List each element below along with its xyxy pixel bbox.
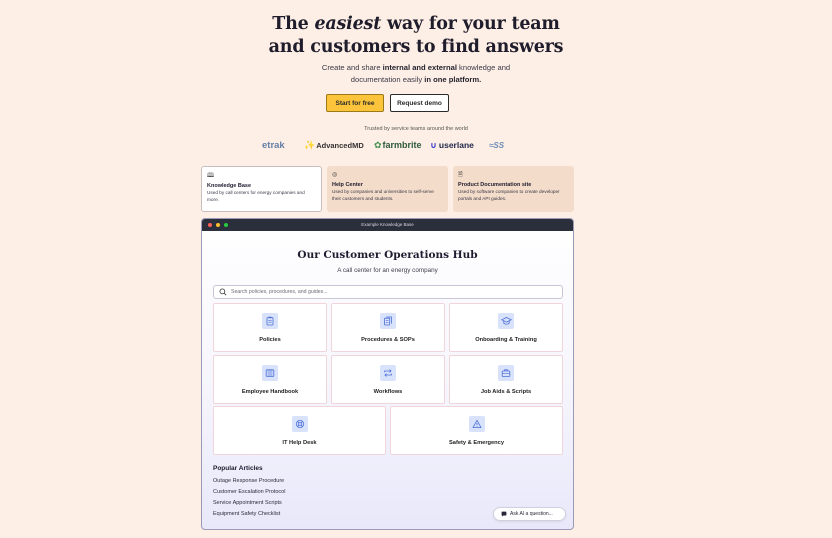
kb-search-input[interactable] [231,289,551,295]
briefcase-icon [498,365,514,381]
customer-logos: etrak ✨ Advanced MD ✿ farmbrite ∪ userlan… [262,137,514,153]
chat-bubble-icon [501,511,507,517]
kb-title: Our Customer Operations Hub [297,249,478,261]
usecase-knowledge-base[interactable]: 🕮 Knowledge Base Used by call centers fo… [201,166,322,212]
usecase-product-documentation[interactable]: 🗎 Product Documentation site Used by sof… [453,166,574,212]
popular-article-link[interactable]: Service Appointment Scripts [213,500,282,506]
category-it-help-desk[interactable]: IT Help Desk [213,406,386,455]
graduation-cap-icon [498,313,514,329]
kb-search-bar[interactable] [213,285,563,299]
document-icon: 🗎 [458,172,463,178]
category-employee-handbook[interactable]: Employee Handbook [213,355,327,404]
request-demo-button[interactable]: Request demo [390,94,449,112]
warning-icon [468,416,485,432]
lifebuoy-icon [291,416,308,432]
kb-subtitle: A call center for an energy company [337,267,438,274]
category-procedures-sops[interactable]: Procedures & SOPs [331,303,445,352]
book-icon [262,365,278,381]
leaf-icon: ✿ [374,139,382,150]
popular-article-link[interactable]: Equipment Safety Checklist [213,511,280,517]
popular-article-link[interactable]: Outage Response Procedure [213,478,284,484]
lifebuoy-icon: ◎ [332,172,338,178]
popular-articles-heading: Popular Articles [213,465,263,472]
ss-logo: ≈ SS [489,140,505,150]
window-title: Example Knowledge Base [361,222,414,227]
book-icon: 🕮 [207,173,215,179]
advancedmd-logo: ✨ Advanced MD [304,139,364,150]
start-for-free-button[interactable]: Start for free [326,94,384,112]
category-safety-emergency[interactable]: Safety & Emergency [390,406,563,455]
hero-subtitle: Create and share internal and external k… [321,63,511,84]
category-job-aids-scripts[interactable]: Job Aids & Scripts [449,355,563,404]
usecase-help-center[interactable]: ◎ Help Center Used by companies and univ… [327,166,448,212]
userlane-mark-icon: ∪ [430,139,437,150]
ask-ai-button[interactable]: Ask AI a question... [493,507,566,521]
category-onboarding-training[interactable]: Onboarding & Training [449,303,563,352]
farmbrite-logo: ✿ farmbrite [374,139,422,151]
userlane-logo: ∪ userlane [430,139,474,151]
category-workflows[interactable]: Workflows [331,355,445,404]
category-policies[interactable]: Policies [213,303,327,352]
trusted-by-text: Trusted by service teams around the worl… [364,126,468,132]
documents-icon [380,313,396,329]
advancedmd-mark-icon: ✨ [304,139,316,150]
hero-title: The easiest way for your team and custom… [268,14,564,57]
popular-article-link[interactable]: Customer Escalation Protocol [213,489,285,495]
arrows-loop-icon [380,365,396,381]
search-icon [219,288,227,296]
window-titlebar: Example Knowledge Base [202,219,573,231]
example-knowledge-base-window: Example Knowledge Base Our Customer Oper… [201,218,574,530]
fadetrak-logo: etrak [262,139,285,151]
clipboard-icon [262,313,278,329]
